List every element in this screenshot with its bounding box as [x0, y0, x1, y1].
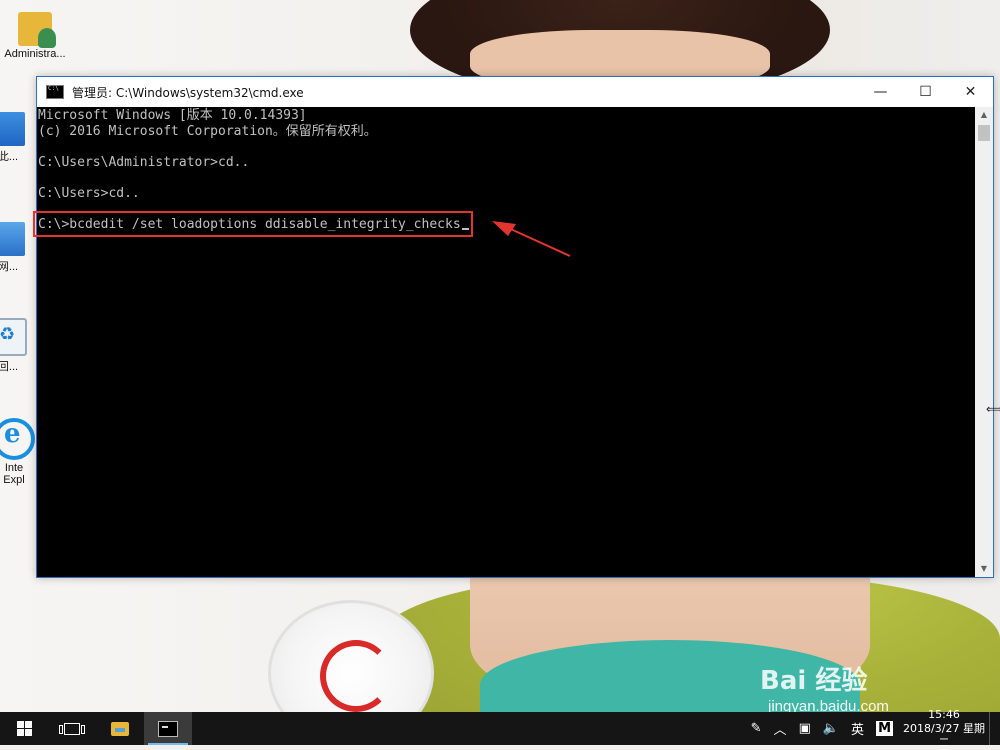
task-view-button[interactable] — [48, 712, 96, 745]
user-folder-icon — [18, 12, 56, 48]
internet-explorer-icon — [0, 418, 35, 460]
scroll-up-arrow-icon[interactable]: ▲ — [975, 107, 993, 123]
badge-logo-icon — [320, 640, 392, 712]
console-scrollbar[interactable]: ▲ ▼ — [975, 107, 993, 577]
console-line: Microsoft Windows [版本 10.0.14393] — [38, 108, 307, 123]
desktop-icon-administrator[interactable]: Administra... — [0, 12, 70, 60]
start-button[interactable] — [0, 712, 48, 745]
desktop-icon-label: 此... — [0, 151, 19, 163]
ime-mode-indicator[interactable]: M — [876, 721, 893, 736]
desktop-icon-label: Administra... — [4, 48, 66, 60]
file-explorer-icon — [111, 721, 129, 736]
scroll-down-arrow-icon[interactable]: ▼ — [975, 561, 993, 577]
cmd-taskbar-button[interactable] — [144, 712, 192, 745]
task-view-icon — [59, 722, 85, 735]
computer-icon — [0, 112, 25, 146]
system-tray: ✎ ︿ ▣ 🔈 英 M 15:46 2018/3/27 星期二 — [745, 708, 1000, 749]
scrollbar-thumb[interactable] — [978, 125, 990, 141]
baidu-watermark-url: jingyan.baidu.com — [768, 698, 889, 712]
clock-date: 2018/3/27 星期二 — [903, 721, 985, 749]
volume-icon[interactable]: 🔈 — [817, 721, 845, 736]
resize-cursor-icon: ⟺ — [986, 402, 1000, 416]
baidu-watermark: Bai 经验 — [760, 666, 868, 696]
file-explorer-button[interactable] — [96, 712, 144, 745]
show-desktop-button[interactable] — [989, 712, 1000, 745]
console-line: (c) 2016 Microsoft Corporation。保留所有权利。 — [38, 123, 377, 139]
console-output[interactable]: Microsoft Windows [版本 10.0.14393] (c) 20… — [37, 107, 975, 577]
annotation-arrow-icon — [492, 221, 571, 257]
console-line: C:\Users>cd.. — [38, 185, 140, 201]
window-title: 管理员: C:\Windows\system32\cmd.exe — [72, 85, 304, 100]
window-titlebar[interactable]: 管理员: C:\Windows\system32\cmd.exe — ☐ ✕ — [37, 77, 993, 107]
network-icon[interactable]: ▣ — [793, 721, 817, 736]
console-line: C:\Users\Administrator>cd.. — [38, 154, 250, 170]
windows-logo-icon — [16, 721, 32, 736]
ime-language-indicator[interactable]: 英 — [845, 719, 870, 738]
desktop-icon-this-pc[interactable]: 此... — [0, 112, 38, 164]
network-icon — [0, 222, 25, 256]
clock-time: 15:46 — [928, 707, 960, 721]
close-button[interactable]: ✕ — [948, 77, 993, 107]
chevron-up-icon[interactable]: ︿ — [768, 719, 793, 738]
minimize-button[interactable]: — — [858, 77, 903, 107]
pen-icon[interactable]: ✎ — [745, 721, 768, 736]
cmd-icon — [158, 720, 178, 737]
window-controls: — ☐ ✕ — [858, 77, 993, 107]
cmd-icon — [46, 85, 64, 99]
desktop-icon-recycle-bin[interactable]: 回... — [0, 318, 38, 374]
cmd-window[interactable]: 管理员: C:\Windows\system32\cmd.exe — ☐ ✕ M… — [36, 76, 994, 578]
desktop-icon-label: 网... — [0, 261, 19, 273]
desktop-icon-label: 回... — [0, 361, 19, 373]
recycle-bin-icon — [0, 318, 27, 356]
taskbar-clock[interactable]: 15:46 2018/3/27 星期二 — [899, 708, 989, 750]
annotation-highlight-box — [33, 211, 473, 237]
taskbar: ✎ ︿ ▣ 🔈 英 M 15:46 2018/3/27 星期二 — [0, 708, 1000, 749]
maximize-button[interactable]: ☐ — [903, 77, 948, 107]
